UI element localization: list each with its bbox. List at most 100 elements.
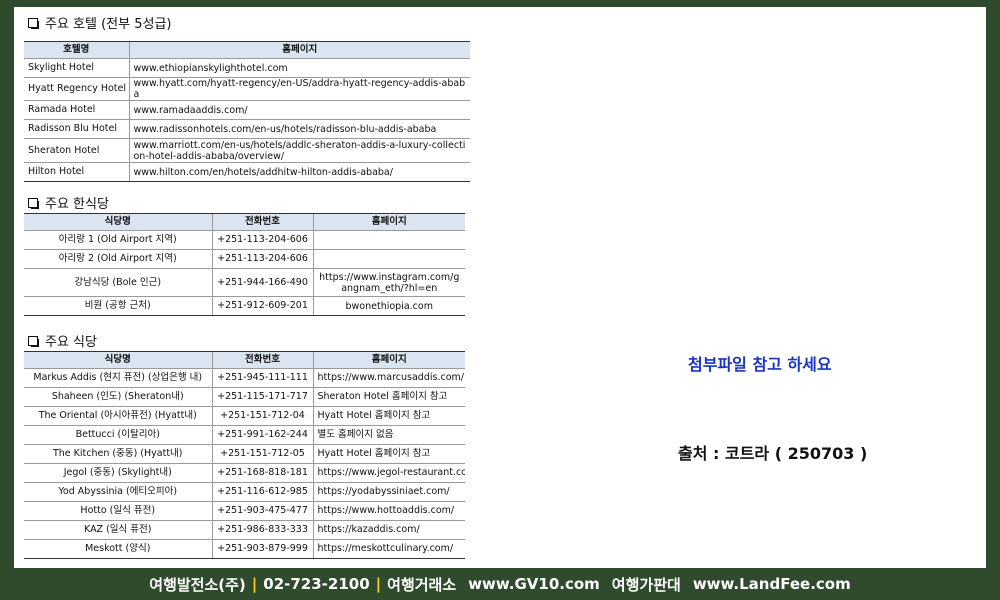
website-cell: https://yodabyssiniaet.com/ <box>312 482 465 502</box>
hotel-name-cell: Skylight Hotel <box>24 58 129 78</box>
table-row: Shaheen (인도) (Sheraton내) +251-115-171-717… <box>24 387 465 407</box>
hotel-name-cell: Ramada Hotel <box>24 100 129 120</box>
phone-cell: +251-151-712-05 <box>211 444 313 464</box>
column-header: 식당명 <box>24 351 212 369</box>
column-header: 홈페이지 <box>312 351 465 369</box>
footer-price-link[interactable]: www.LandFee.com <box>693 575 851 593</box>
table-row: Ramada Hotel www.ramadaaddis.com/ <box>24 100 470 120</box>
column-header: 호텔명 <box>24 41 129 59</box>
restaurants-section-title: 주요 식당 <box>28 331 97 350</box>
hotels-section-title: 주요 호텔 (전부 5성급) <box>28 13 172 32</box>
korean-restaurants-table: 식당명 전화번호 홈페이지 아리랑 1 (Old Airport 지역) +251… <box>24 213 465 316</box>
column-header: 전화번호 <box>211 351 313 369</box>
table-row: Hilton Hotel www.hilton.com/en/hotels/add… <box>24 162 470 182</box>
phone-cell: +251-991-162-244 <box>211 425 313 445</box>
restaurant-name-cell: 비원 (공항 근처) <box>24 296 212 316</box>
table-row: 아리랑 2 (Old Airport 지역) +251-113-204-606 <box>24 249 465 269</box>
restaurants-table: 식당명 전화번호 홈페이지 Markus Addis (현지 퓨전) (상업은행… <box>24 351 465 559</box>
phone-cell: +251-986-833-333 <box>211 520 313 540</box>
hotel-name-cell: Hyatt Regency Hotel <box>24 77 129 101</box>
phone-cell: +251-168-818-181 <box>211 463 313 483</box>
checkbox-icon <box>28 335 39 347</box>
table-row: Hotto (일식 퓨전) +251-903-475-477 https://www… <box>24 501 465 521</box>
footer-phone: 02-723-2100 <box>263 575 370 593</box>
restaurant-name-cell: Markus Addis (현지 퓨전) (상업은행 내) <box>24 368 212 388</box>
restaurant-name-cell: 아리랑 2 (Old Airport 지역) <box>24 249 212 269</box>
website-cell: 별도 홈페이지 없음 <box>312 425 465 445</box>
website-cell: https://www.hottoaddis.com/ <box>312 501 465 521</box>
hotel-website-cell: www.marriott.com/en-us/hotels/addlc-sher… <box>128 138 470 163</box>
table-row: Sheraton Hotel www.marriott.com/en-us/hot… <box>24 138 470 163</box>
website-cell: https://www.instagram.com/gangnam_eth/?h… <box>312 268 465 297</box>
korean-restaurants-section-title: 주요 한식당 <box>28 193 109 212</box>
table-row: The Kitchen (중동) (Hyatt내) +251-151-712-05… <box>24 444 465 464</box>
phone-cell: +251-113-204-606 <box>211 230 313 250</box>
hotel-website-cell: www.radissonhotels.com/en-us/hotels/radi… <box>128 119 470 139</box>
website-cell <box>312 249 465 269</box>
phone-cell: +251-113-204-606 <box>211 249 313 269</box>
table-row: KAZ (일식 퓨전) +251-986-833-333 https://kazad… <box>24 520 465 540</box>
restaurant-name-cell: Jegol (중동) (Skylight내) <box>24 463 212 483</box>
hotel-website-cell: www.ethiopianskylighthotel.com <box>128 58 470 78</box>
restaurant-name-cell: 아리랑 1 (Old Airport 지역) <box>24 230 212 250</box>
footer-price-label: 여행가판대 <box>611 575 681 594</box>
attachment-note: 첨부파일 참고 하세요 <box>688 355 832 374</box>
checkbox-icon <box>28 197 39 209</box>
footer-bar: 여행발전소(주) | 02-723-2100 | 여행거래소 www.GV10.… <box>0 568 1000 600</box>
table-row: Skylight Hotel www.ethiopianskylighthotel… <box>24 58 470 78</box>
phone-cell: +251-903-475-477 <box>211 501 313 521</box>
table-row: Bettucci (이탈리아) +251-991-162-244 별도 홈페이지 없… <box>24 425 465 445</box>
phone-cell: +251-945-111-111 <box>211 368 313 388</box>
column-header: 홈페이지 <box>128 41 470 59</box>
restaurant-name-cell: Yod Abyssinia (에티오피아) <box>24 482 212 502</box>
column-header: 식당명 <box>24 213 212 231</box>
table-row: Markus Addis (현지 퓨전) (상업은행 내) +251-945-11… <box>24 368 465 388</box>
table-row: Meskott (양식) +251-903-879-999 https://mesk… <box>24 539 465 559</box>
table-row: Yod Abyssinia (에티오피아) +251-116-612-985 htt… <box>24 482 465 502</box>
hotel-website-cell: www.ramadaaddis.com/ <box>128 100 470 120</box>
website-cell: Hyatt Hotel 홈페이지 참고 <box>312 406 465 426</box>
table-row: 아리랑 1 (Old Airport 지역) +251-113-204-606 <box>24 230 465 250</box>
phone-cell: +251-903-879-999 <box>211 539 313 559</box>
website-cell: https://kazaddis.com/ <box>312 520 465 540</box>
website-cell: https://meskottculinary.com/ <box>312 539 465 559</box>
table-row: Hyatt Regency Hotel www.hyatt.com/hyatt-r… <box>24 77 470 101</box>
website-cell: https://www.jegol-restaurant.com/ <box>312 463 465 483</box>
hotel-name-cell: Hilton Hotel <box>24 162 129 182</box>
column-header: 홈페이지 <box>312 213 465 231</box>
restaurant-name-cell: 강남식당 (Bole 인근) <box>24 268 212 297</box>
website-cell: Hyatt Hotel 홈페이지 참고 <box>312 444 465 464</box>
column-header: 전화번호 <box>211 213 313 231</box>
website-cell: https://www.marcusaddis.com/ <box>312 368 465 388</box>
hotel-website-cell: www.hilton.com/en/hotels/addhitw-hilton-… <box>128 162 470 182</box>
restaurant-name-cell: Shaheen (인도) (Sheraton내) <box>24 387 212 407</box>
footer-company: 여행발전소(주) <box>149 575 246 594</box>
footer-separator: | <box>251 575 258 593</box>
phone-cell: +251-116-612-985 <box>211 482 313 502</box>
restaurant-name-cell: Hotto (일식 퓨전) <box>24 501 212 521</box>
hotel-website-cell: www.hyatt.com/hyatt-regency/en-US/addra-… <box>128 77 470 101</box>
restaurant-name-cell: Meskott (양식) <box>24 539 212 559</box>
hotel-name-cell: Sheraton Hotel <box>24 138 129 163</box>
phone-cell: +251-151-712-04 <box>211 406 313 426</box>
footer-exchange-label: 여행거래소 <box>387 575 457 594</box>
source-credit: 출처 : 코트라 ( 250703 ) <box>678 444 868 463</box>
phone-cell: +251-944-166-490 <box>211 268 313 297</box>
table-row: Radisson Blu Hotel www.radissonhotels.com… <box>24 119 470 139</box>
phone-cell: +251-912-609-201 <box>211 296 313 316</box>
restaurant-name-cell: The Kitchen (중동) (Hyatt내) <box>24 444 212 464</box>
phone-cell: +251-115-171-717 <box>211 387 313 407</box>
footer-separator: | <box>375 575 382 593</box>
footer-exchange-link[interactable]: www.GV10.com <box>468 575 600 593</box>
restaurant-name-cell: KAZ (일식 퓨전) <box>24 520 212 540</box>
restaurant-name-cell: The Oriental (아시아퓨전) (Hyatt내) <box>24 406 212 426</box>
document-page: 주요 호텔 (전부 5성급) 호텔명 홈페이지 Skylight Hotel ww… <box>14 7 986 568</box>
checkbox-icon <box>28 17 39 29</box>
website-cell: bwonethiopia.com <box>312 296 465 316</box>
website-cell: Sheraton Hotel 홈페이지 참고 <box>312 387 465 407</box>
hotels-table: 호텔명 홈페이지 Skylight Hotel www.ethiopianskyl… <box>24 41 470 182</box>
table-row: 비원 (공항 근처) +251-912-609-201 bwonethiopia.c… <box>24 296 465 316</box>
website-cell <box>312 230 465 250</box>
table-row: Jegol (중동) (Skylight내) +251-168-818-181 ht… <box>24 463 465 483</box>
hotel-name-cell: Radisson Blu Hotel <box>24 119 129 139</box>
